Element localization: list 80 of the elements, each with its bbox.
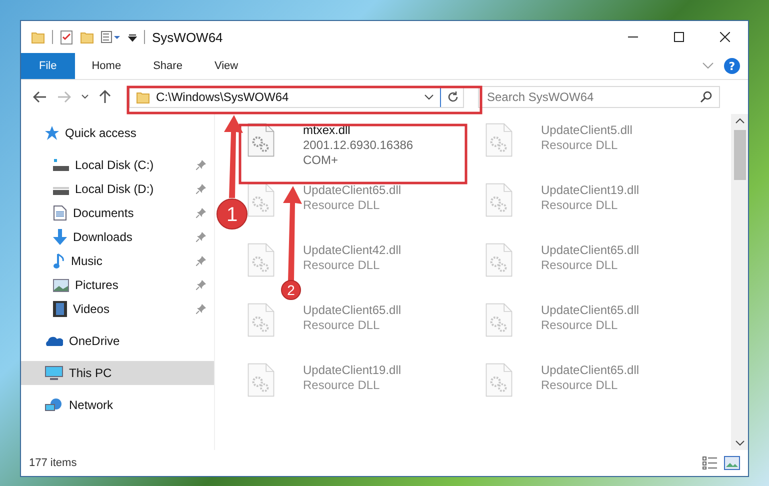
sidebar-item[interactable]: OneDrive	[21, 329, 214, 353]
sidebar-item[interactable]: Downloads	[21, 225, 214, 249]
up-arrow-icon[interactable]	[99, 90, 111, 104]
gear-file-icon	[485, 363, 513, 397]
gear-file-icon	[485, 123, 513, 157]
drive-icon	[53, 158, 69, 172]
pin-icon[interactable]	[196, 232, 206, 242]
sidebar-item[interactable]: Local Disk (C:)	[21, 153, 214, 177]
sidebar-item[interactable]: Quick access	[21, 121, 214, 145]
pin-icon[interactable]	[196, 184, 206, 194]
expand-ribbon-icon[interactable]	[702, 62, 714, 70]
file-item[interactable]: UpdateClient65.dll Resource DLL	[479, 300, 717, 340]
view-options-icon[interactable]	[101, 31, 121, 43]
monitor-icon	[45, 366, 63, 380]
file-item[interactable]: UpdateClient5.dll Resource DLL	[479, 120, 717, 160]
network-icon	[45, 398, 63, 412]
search-icon	[700, 91, 712, 103]
gear-file-icon	[485, 303, 513, 337]
help-icon[interactable]: ?	[724, 58, 740, 74]
large-icons-view-icon[interactable]	[724, 456, 740, 470]
customize-caret-icon[interactable]	[128, 32, 137, 42]
scroll-up-icon[interactable]	[734, 118, 744, 124]
sidebar-item[interactable]: Music	[21, 249, 214, 273]
address-bar[interactable]: C:\Windows\SysWOW64	[129, 86, 464, 108]
sidebar-item[interactable]: Local Disk (D:)	[21, 177, 214, 201]
music-note-icon	[53, 253, 65, 269]
cloud-icon	[45, 336, 63, 346]
gear-file-icon	[485, 243, 513, 277]
scrollbar-thumb[interactable]	[734, 130, 746, 180]
star-icon	[45, 126, 59, 140]
window-title: SysWOW64	[152, 30, 223, 44]
back-arrow-icon[interactable]	[33, 91, 47, 103]
file-item[interactable]: UpdateClient65.dll Resource DLL	[241, 300, 479, 340]
pin-icon[interactable]	[196, 208, 206, 218]
recent-caret-icon[interactable]	[81, 94, 89, 100]
pin-icon[interactable]	[196, 160, 206, 170]
gear-file-icon	[247, 183, 275, 217]
file-item[interactable]: UpdateClient42.dll Resource DLL	[241, 240, 479, 280]
file-item[interactable]: mtxex.dll 2001.12.6930.16386 COM+	[241, 120, 479, 171]
gear-file-icon	[247, 243, 275, 277]
file-item[interactable]: UpdateClient65.dll Resource DLL	[479, 360, 717, 400]
search-field[interactable]: Search SysWOW64	[478, 86, 720, 108]
pin-icon[interactable]	[196, 256, 206, 266]
folder-icon[interactable]	[31, 30, 45, 44]
gear-file-icon	[485, 183, 513, 217]
gear-file-icon	[247, 123, 275, 157]
download-arrow-icon	[53, 229, 67, 245]
sidebar-item[interactable]: Network	[21, 393, 214, 417]
sidebar-item[interactable]: Documents	[21, 201, 214, 225]
dropdown-caret-icon[interactable]	[424, 94, 434, 100]
file-item[interactable]: UpdateClient19.dll Resource DLL	[479, 180, 717, 220]
properties-icon[interactable]	[60, 30, 73, 44]
vertical-scrollbar[interactable]	[731, 114, 748, 450]
folder-icon	[136, 90, 150, 104]
file-item[interactable]: UpdateClient65.dll Resource DLL	[479, 240, 717, 280]
ribbon-tab[interactable]: View	[199, 53, 254, 79]
document-icon	[53, 205, 67, 221]
file-item[interactable]: UpdateClient19.dll Resource DLL	[241, 360, 479, 400]
ribbon-tab[interactable]: File	[21, 53, 75, 79]
ribbon-tab[interactable]: Share	[138, 53, 198, 79]
step-number-badge: 1	[216, 198, 248, 230]
new-folder-icon[interactable]	[80, 30, 94, 44]
refresh-icon[interactable]	[447, 91, 459, 103]
picture-icon	[53, 278, 69, 292]
pin-icon[interactable]	[196, 280, 206, 290]
close-icon	[720, 32, 730, 42]
details-view-icon[interactable]	[702, 456, 718, 470]
gear-file-icon	[247, 303, 275, 337]
sidebar-item[interactable]: Videos	[21, 297, 214, 321]
scroll-down-icon[interactable]	[734, 440, 744, 446]
step-number-badge: 2	[281, 280, 301, 300]
gear-file-icon	[247, 363, 275, 397]
pin-icon[interactable]	[196, 304, 206, 314]
forward-arrow-icon[interactable]	[57, 91, 71, 103]
sidebar-item[interactable]: This PC	[21, 361, 214, 385]
film-icon	[53, 301, 67, 317]
ribbon-tab[interactable]: Home	[76, 53, 136, 79]
item-count: 177 items	[29, 457, 77, 469]
sidebar-item[interactable]: Pictures	[21, 273, 214, 297]
maximize-icon	[674, 32, 684, 42]
